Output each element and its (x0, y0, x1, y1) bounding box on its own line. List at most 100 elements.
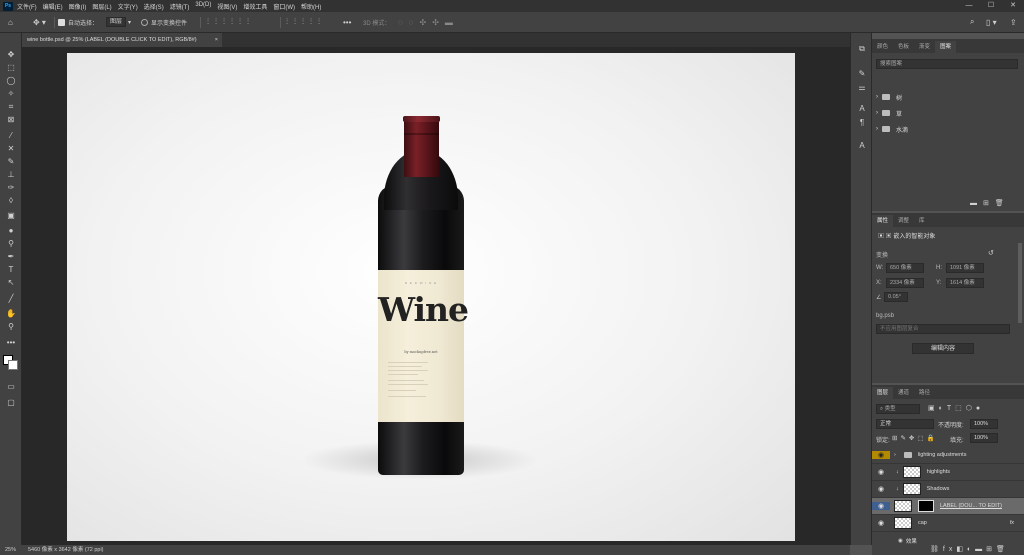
marquee-tool-icon[interactable]: ⬚ (4, 62, 18, 74)
tab-libraries[interactable]: 库 (914, 215, 930, 227)
width-field[interactable]: 650 像素 (886, 263, 924, 273)
close-document-icon[interactable]: × (215, 33, 218, 47)
zoom-tool-icon[interactable]: ⚲ (4, 321, 18, 333)
tab-properties[interactable]: 属性 (872, 215, 894, 227)
opacity-field[interactable]: 100% (970, 419, 998, 429)
pattern-folder-grass[interactable]: › 草 (876, 105, 1016, 121)
menu-3d[interactable]: 3D(D) (195, 2, 211, 11)
home-icon[interactable]: ⌂ (8, 16, 13, 28)
lasso-tool-icon[interactable]: ◯ (4, 75, 18, 87)
panel-footer-icons[interactable]: ▬⊞🗑 (970, 199, 1010, 207)
pattern-search-input[interactable]: 搜索图案 (876, 59, 1018, 69)
height-field[interactable]: 1091 像素 (946, 263, 984, 273)
move-tool-icon[interactable]: ✥ (4, 49, 18, 61)
layer-row-shadows[interactable]: ◉ ↓ Shadows (872, 481, 1024, 498)
tab-adjustments[interactable]: 调整 (893, 215, 914, 227)
effects-eye-icon[interactable]: ◉ (898, 538, 903, 544)
history-brush-icon[interactable]: ✑ (4, 182, 18, 194)
layer-filter-dropdown[interactable]: ⌕ 类型 (876, 404, 920, 414)
layer-mask-thumbnail[interactable] (918, 500, 934, 512)
layer-comp-dropdown[interactable]: 不应用图层复合 (876, 324, 1010, 334)
layer-row-cap[interactable]: ◉ cap fx (872, 515, 1024, 532)
fill-field[interactable]: 100% (970, 433, 998, 443)
more-options-icon[interactable]: ••• (343, 16, 351, 28)
visibility-eye-icon[interactable]: ◉ (872, 468, 890, 476)
menu-select[interactable]: 选择(S) (144, 2, 164, 11)
hand-tool-icon[interactable]: ✋ (4, 308, 18, 320)
menu-edit[interactable]: 编辑(E) (43, 2, 63, 11)
screen-mode-icon[interactable]: ▢ (4, 397, 18, 409)
auto-select-checkbox[interactable]: 自动选择： (58, 16, 98, 28)
pen-tool-icon[interactable]: ✒ (4, 251, 18, 263)
layers-footer-icons[interactable]: ⛓fx◧◐▬⊞🗑 (930, 545, 1009, 553)
visibility-eye-icon[interactable]: ◉ (872, 451, 890, 459)
magic-wand-tool-icon[interactable]: ✧ (4, 88, 18, 100)
fx-icon[interactable]: fx (1010, 520, 1014, 526)
visibility-eye-icon[interactable]: ◉ (872, 519, 890, 527)
lock-icons[interactable]: ⊞✎✥⬚🔒 (892, 434, 938, 442)
tab-paths[interactable]: 路径 (914, 387, 935, 399)
menu-view[interactable]: 视图(V) (217, 2, 237, 11)
minimize-button[interactable]: — (958, 0, 980, 12)
tab-patterns[interactable]: 图案 (935, 41, 957, 53)
edit-contents-button[interactable]: 编辑内容 (912, 343, 974, 354)
properties-scrollbar[interactable] (1018, 243, 1022, 323)
quick-mask-icon[interactable]: ▭ (4, 381, 18, 393)
tab-gradients[interactable]: 渐变 (914, 41, 935, 53)
dodge-tool-icon[interactable]: ⚲ (4, 238, 18, 250)
tab-channels[interactable]: 通道 (893, 387, 914, 399)
show-transform-checkbox[interactable]: 显示变换控件 (141, 16, 187, 28)
blur-tool-icon[interactable]: ● (4, 225, 18, 237)
document-tab[interactable]: wine bottle.psd @ 25% (LABEL (DOUBLE CLI… (22, 33, 222, 47)
tab-layers[interactable]: 图层 (872, 387, 894, 399)
background-color-swatch[interactable] (8, 360, 18, 370)
paragraph-icon[interactable]: ¶ (856, 117, 868, 129)
menu-file[interactable]: 文件(F) (17, 2, 37, 11)
adjustments-icon[interactable]: ⚌ (856, 82, 868, 94)
more-tools-icon[interactable]: ••• (4, 337, 18, 349)
menu-type[interactable]: 文字(Y) (118, 2, 138, 11)
maximize-button[interactable]: ☐ (980, 0, 1002, 12)
healing-tool-icon[interactable]: ✕ (4, 143, 18, 155)
pattern-folder-trees[interactable]: › 树 (876, 89, 1016, 105)
menu-layer[interactable]: 图层(L) (92, 2, 111, 11)
y-field[interactable]: 1614 像素 (946, 278, 984, 288)
blend-mode-dropdown[interactable]: 正常 (876, 419, 934, 429)
glyphs-icon[interactable]: A (856, 140, 868, 152)
workspace-icon[interactable]: ▯ ▾ (986, 16, 997, 28)
layer-filter-icons[interactable]: ▣◐T⬚⬡● (928, 404, 984, 412)
brush-settings-icon[interactable]: ✎ (856, 68, 868, 80)
layer-row-lighting-adjustments[interactable]: ◉ › lighting adjustments (872, 447, 1024, 464)
close-window-button[interactable]: ✕ (1002, 0, 1024, 12)
menu-plugins[interactable]: 增效工具 (243, 2, 267, 11)
auto-select-target-dropdown[interactable]: 图层 (106, 17, 127, 27)
align-icons[interactable]: ⫶⫶⫶⫶⫶⫶ (207, 16, 255, 28)
character-icon[interactable]: A (856, 103, 868, 115)
zoom-level[interactable]: 25% (5, 545, 16, 555)
menu-window[interactable]: 窗口(W) (273, 2, 295, 11)
stamp-tool-icon[interactable]: ⊥ (4, 169, 18, 181)
line-tool-icon[interactable]: ╱ (4, 293, 18, 305)
eraser-tool-icon[interactable]: ◊ (4, 195, 18, 207)
eyedropper-tool-icon[interactable]: ⁄ (4, 130, 18, 142)
distribute-icons[interactable]: ⫶⫶⫶⫶⫶ (286, 16, 326, 28)
type-tool-icon[interactable]: T (4, 264, 18, 276)
crop-tool-icon[interactable]: ⌗ (4, 101, 18, 113)
gradient-tool-icon[interactable]: ▣ (4, 210, 18, 222)
history-icon[interactable]: ⧉ (856, 43, 868, 55)
share-icon[interactable]: ⇪ (1010, 16, 1017, 28)
tab-color[interactable]: 颜色 (872, 41, 893, 53)
brush-tool-icon[interactable]: ✎ (4, 156, 18, 168)
angle-field[interactable]: 0.05° (884, 292, 908, 302)
visibility-eye-icon[interactable]: ◉ (872, 502, 890, 510)
path-select-tool-icon[interactable]: ↖ (4, 277, 18, 289)
3d-mode-icons[interactable]: ◌◌✣✣▬ (398, 16, 459, 28)
pattern-folder-water[interactable]: › 水滴 (876, 121, 1016, 137)
layer-row-highlights[interactable]: ◉ ↓ highlights (872, 464, 1024, 481)
menu-filter[interactable]: 滤镜(T) (170, 2, 190, 11)
search-icon[interactable]: ⌕ (970, 16, 974, 28)
layer-row-label-smart-object[interactable]: ◉ LABEL (DOU... TO EDIT) (872, 498, 1024, 515)
menu-image[interactable]: 图像(I) (69, 2, 87, 11)
tab-swatches[interactable]: 色板 (893, 41, 914, 53)
move-tool-icon[interactable]: ✥ ▾ (33, 16, 46, 28)
